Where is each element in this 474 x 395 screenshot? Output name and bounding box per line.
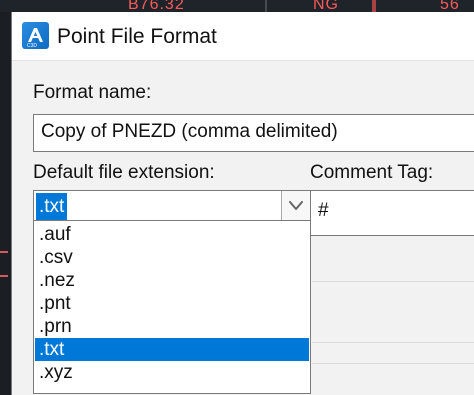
svg-text:C3D: C3D [27,43,37,49]
extension-option-label: .prn [39,316,72,337]
extension-option-csv[interactable]: .csv [35,246,309,269]
dialog-title: Point File Format [57,25,217,48]
extension-option-txt[interactable]: .txt [35,338,309,361]
default-file-extension-label: Default file extension: [33,162,215,183]
format-name-label: Format name: [33,82,152,103]
app-window: B76.32 NG 56 C3D Point File Format Forma… [0,0,474,395]
dropdown-arrow-button[interactable] [281,191,310,220]
extension-option-label: .auf [39,224,71,245]
format-name-value: Copy of PNEZD (comma delimited) [41,121,338,142]
extension-dropdown-list[interactable]: .auf .csv .nez .pnt .prn .txt .xyz [33,220,311,394]
extension-option-xyz[interactable]: .xyz [35,361,309,384]
chevron-down-icon [289,201,303,210]
extension-option-label: .txt [39,339,65,360]
point-file-format-dialog: C3D Point File Format Format name: Copy … [11,12,474,395]
extension-option-nez[interactable]: .nez [35,269,309,292]
dialog-panel-line [312,342,474,343]
autocad-civil3d-icon: C3D [22,22,49,49]
dialog-panel-line [312,363,474,364]
selected-extension-highlight: .txt [36,193,68,221]
extension-option-label: .csv [39,247,73,268]
cad-left-mark [0,275,8,277]
cad-background-strip: B76.32 NG 56 [0,0,474,12]
format-name-field[interactable]: Copy of PNEZD (comma delimited) [33,114,474,152]
cad-label-1: B76.32 [128,0,185,12]
comment-tag-field[interactable]: # [310,190,474,236]
cad-left-mark [0,251,8,253]
comment-tag-label: Comment Tag: [310,162,434,183]
dialog-panel-line [312,281,474,282]
dialog-titlebar: C3D Point File Format [12,12,474,61]
cad-divider-line [265,0,267,12]
extension-option-pnt[interactable]: .pnt [35,292,309,315]
default-file-extension-select[interactable]: .txt [33,190,311,221]
extension-option-label: .nez [39,270,75,291]
cad-accent-line [372,0,376,12]
cad-label-3: 56 [440,0,460,12]
extension-option-auf[interactable]: .auf [35,223,309,246]
comment-tag-value: # [318,200,329,221]
extension-option-label: .xyz [39,362,73,383]
cad-label-2: NG [313,0,339,12]
selected-extension-value: .txt [39,196,65,217]
extension-option-label: .pnt [39,293,71,314]
extension-option-prn[interactable]: .prn [35,315,309,338]
